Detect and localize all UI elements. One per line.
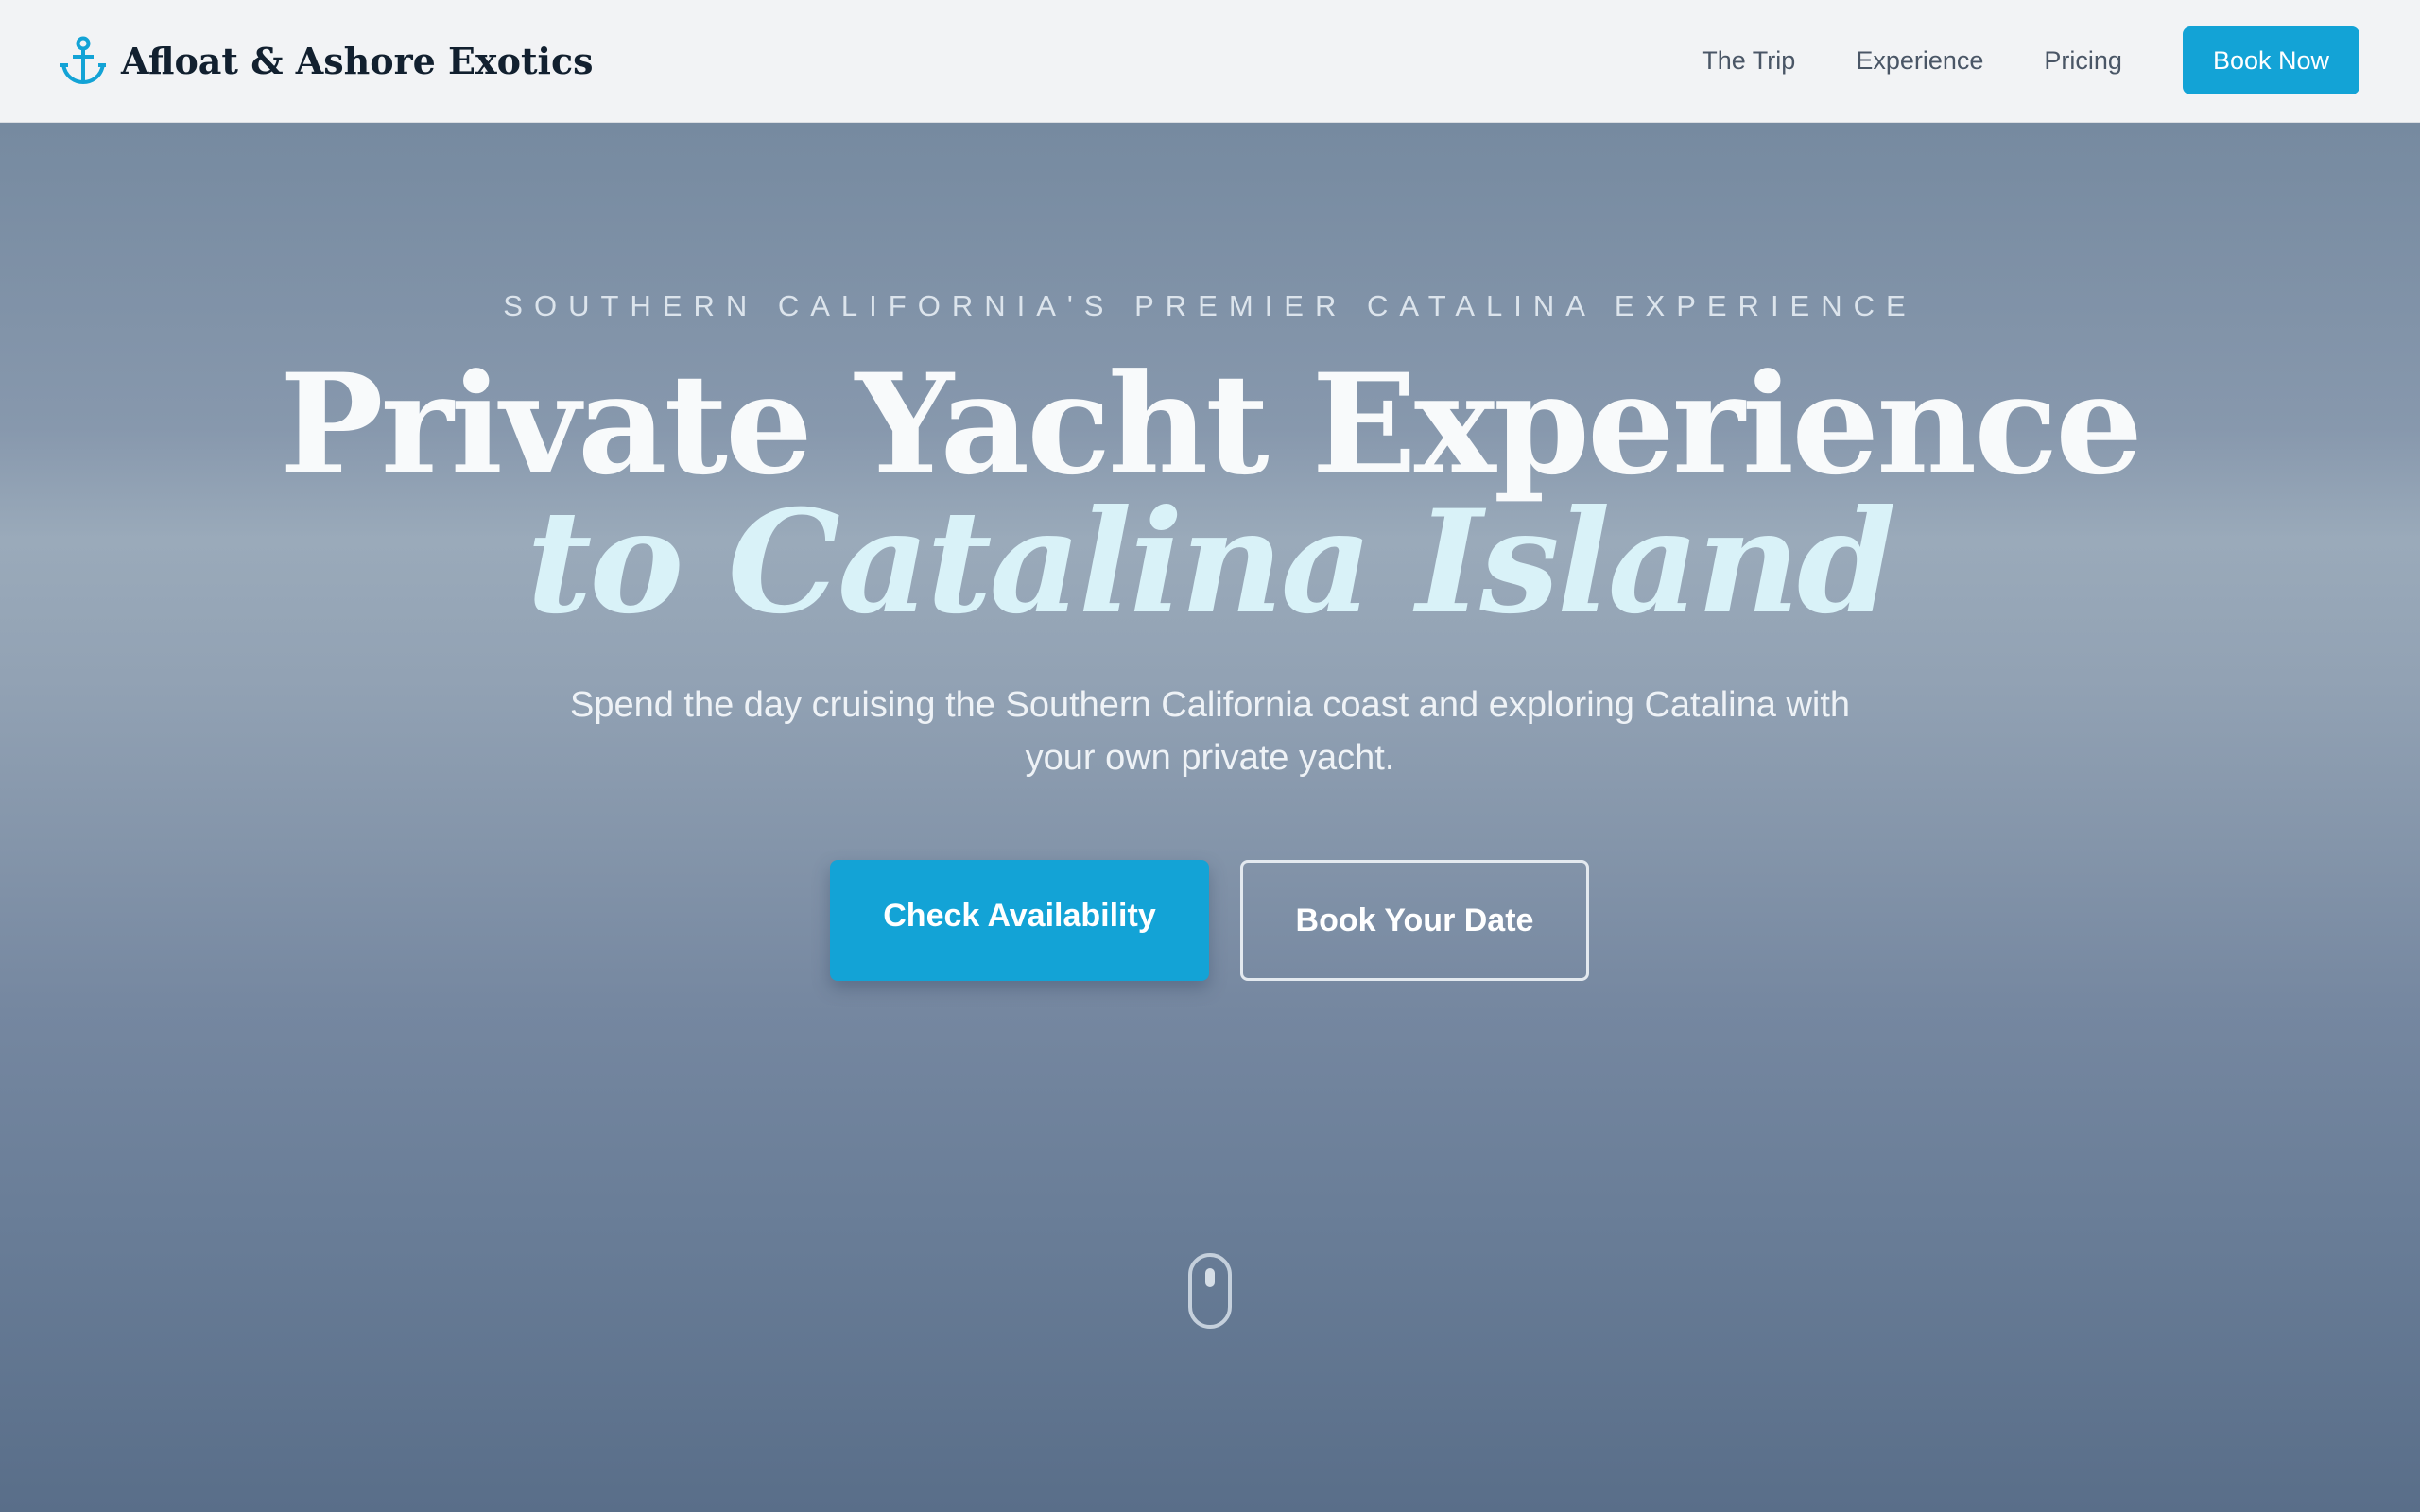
book-your-date-button[interactable]: Book Your Date <box>1240 860 1589 981</box>
top-navigation-bar: Afloat & Ashore Exotics The Trip Experie… <box>0 0 2420 123</box>
brand-logo[interactable]: Afloat & Ashore Exotics <box>60 34 594 87</box>
hero-eyebrow: SOUTHERN CALIFORNIA'S PREMIER CATALINA E… <box>503 289 1917 322</box>
nav-link-pricing[interactable]: Pricing <box>2044 46 2122 76</box>
primary-nav: The Trip Experience Pricing Book Now <box>1702 26 2360 94</box>
hero-subtitle: Spend the day cruising the Southern Cali… <box>569 685 1851 778</box>
nav-link-experience[interactable]: Experience <box>1856 46 1983 76</box>
anchor-icon <box>60 36 106 85</box>
nav-link-the-trip[interactable]: The Trip <box>1702 46 1795 76</box>
check-availability-button[interactable]: Check Availability <box>830 860 1209 981</box>
mouse-scroll-icon[interactable] <box>1187 1253 1233 1329</box>
hero-headline-line2: to Catalina Island <box>527 479 1896 645</box>
brand-name: Afloat & Ashore Exotics <box>121 39 594 82</box>
book-now-button[interactable]: Book Now <box>2182 26 2360 94</box>
hero-headline-line1: Private Yacht Experience <box>279 344 2143 506</box>
